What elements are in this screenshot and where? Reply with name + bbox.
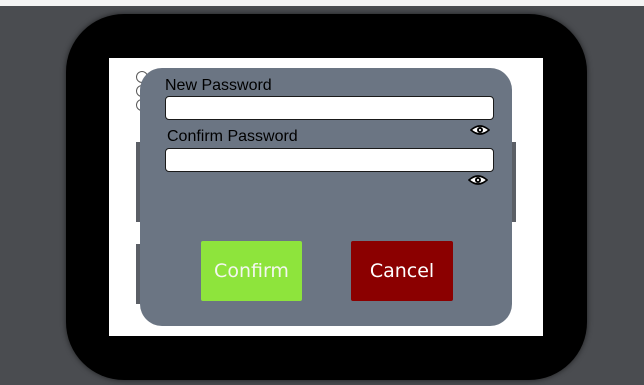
cancel-button[interactable]: Cancel <box>351 241 453 301</box>
top-strip <box>0 0 644 6</box>
new-password-label: New Password <box>165 77 272 94</box>
eye-icon-graphic <box>469 125 491 135</box>
app-canvas: New Password Confirm Password Confirm Ca… <box>0 0 644 385</box>
confirm-password-label: Confirm Password <box>167 128 298 145</box>
change-password-dialog: New Password Confirm Password Confirm Ca… <box>140 68 512 326</box>
eye-icon[interactable] <box>469 123 491 135</box>
eye-icon[interactable] <box>467 173 489 185</box>
new-password-input[interactable] <box>165 96 494 120</box>
confirm-button[interactable]: Confirm <box>201 241 302 301</box>
eye-icon-graphic <box>467 175 489 185</box>
confirm-password-input[interactable] <box>165 148 494 172</box>
